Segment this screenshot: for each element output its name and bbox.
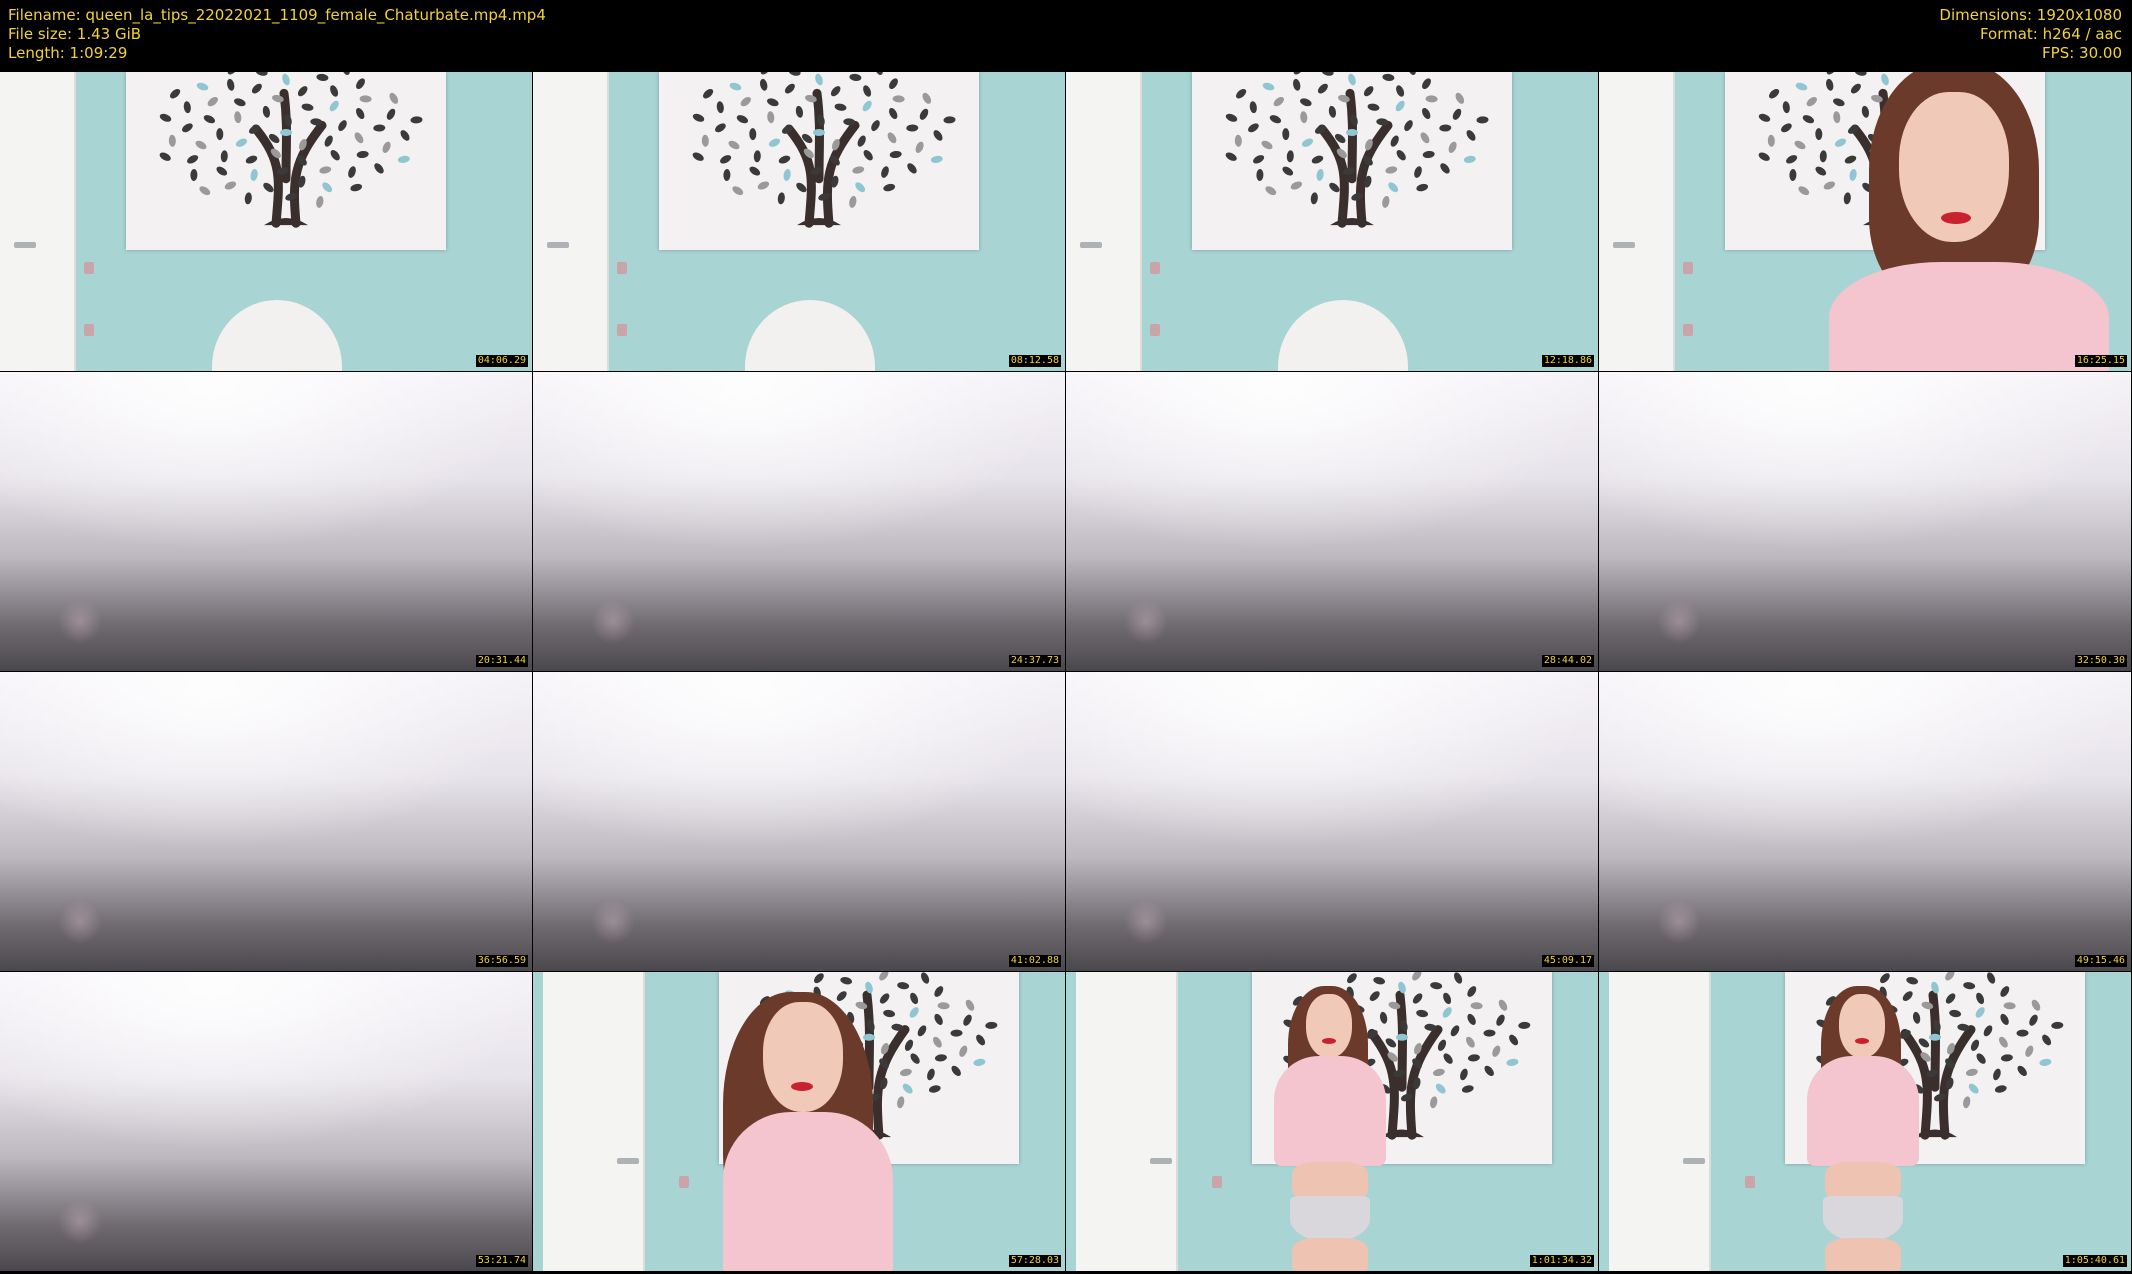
person <box>713 972 913 1271</box>
fps-text: FPS: 30.00 <box>2042 44 2122 62</box>
wall-socket <box>84 324 94 336</box>
door-handle <box>1150 1158 1172 1164</box>
room-scene <box>1599 72 2131 371</box>
lens-flare <box>58 900 102 944</box>
door-handle <box>14 242 36 248</box>
tree-poster <box>659 72 979 250</box>
thumbnail-frame: 36:56.59 <box>0 672 532 971</box>
door-handle <box>1613 242 1635 248</box>
media-info: Dimensions: 1920x1080 Format: h264 / aac… <box>1939 6 2122 63</box>
filesize-text: File size: 1.43 GiB <box>8 25 142 43</box>
lens-flare <box>1124 900 1168 944</box>
lens-flare <box>58 600 102 644</box>
timestamp-label: 24:37.73 <box>1008 655 1061 667</box>
lens-flare <box>591 900 635 944</box>
file-info: Filename: queen_la_tips_22022021_1109_fe… <box>8 6 546 63</box>
door-handle <box>1080 242 1102 248</box>
timestamp-label: 53:21.74 <box>475 1255 528 1267</box>
door <box>533 72 609 371</box>
person <box>1749 72 2129 371</box>
timestamp-label: 04:06.29 <box>475 355 528 367</box>
wall-socket <box>617 262 627 274</box>
thumbnail-frame: 04:06.29 <box>0 72 532 371</box>
info-header: Filename: queen_la_tips_22022021_1109_fe… <box>0 0 2132 72</box>
thumbnail-frame: 1:01:34.32 <box>1066 972 1598 1271</box>
thumbnail-frame: 12:18.86 <box>1066 72 1598 371</box>
tree-poster <box>126 72 446 250</box>
wall-socket <box>1150 262 1160 274</box>
tree-poster <box>1192 72 1512 250</box>
wall-socket <box>1212 1176 1222 1188</box>
room-scene <box>1599 972 2131 1271</box>
filename-text: Filename: queen_la_tips_22022021_1109_fe… <box>8 6 546 24</box>
timestamp-label: 1:01:34.32 <box>1529 1255 1594 1267</box>
format-text: Format: h264 / aac <box>1979 25 2122 43</box>
thumbnail-frame: 32:50.30 <box>1599 372 2131 671</box>
lens-flare <box>58 1200 102 1244</box>
wall-socket <box>1745 1176 1755 1188</box>
thumbnail-frame: 20:31.44 <box>0 372 532 671</box>
timestamp-label: 1:05:40.61 <box>2062 1255 2127 1267</box>
timestamp-label: 12:18.86 <box>1541 355 1594 367</box>
timestamp-label: 45:09.17 <box>1541 955 1594 967</box>
thumbnail-frame: 08:12.58 <box>533 72 1065 371</box>
door <box>0 72 76 371</box>
lens-flare <box>591 600 635 644</box>
wall-socket <box>617 324 627 336</box>
timestamp-label: 57:28.03 <box>1008 1255 1061 1267</box>
door <box>1609 972 1711 1271</box>
timestamp-label: 32:50.30 <box>2074 655 2127 667</box>
chair <box>212 300 342 371</box>
wall-socket <box>1683 324 1693 336</box>
thumbnail-frame: 53:21.74 <box>0 972 532 1271</box>
timestamp-label: 36:56.59 <box>475 955 528 967</box>
room-scene <box>533 72 1065 371</box>
wall-socket <box>1150 324 1160 336</box>
thumbnail-frame: 28:44.02 <box>1066 372 1598 671</box>
lens-flare <box>1124 600 1168 644</box>
lens-flare <box>1657 900 1701 944</box>
timestamp-label: 20:31.44 <box>475 655 528 667</box>
thumbnail-frame: 24:37.73 <box>533 372 1065 671</box>
thumbnail-frame: 45:09.17 <box>1066 672 1598 971</box>
wall-socket <box>679 1176 689 1188</box>
door <box>1076 972 1178 1271</box>
thumbnail-frame: 16:25.15 <box>1599 72 2131 371</box>
timestamp-label: 41:02.88 <box>1008 955 1061 967</box>
timestamp-label: 49:15.46 <box>2074 955 2127 967</box>
door <box>1066 72 1142 371</box>
lens-flare <box>1657 600 1701 644</box>
thumbnail-frame: 41:02.88 <box>533 672 1065 971</box>
thumbnail-frame: 1:05:40.61 <box>1599 972 2131 1271</box>
dimensions-text: Dimensions: 1920x1080 <box>1939 6 2122 24</box>
room-scene <box>0 72 532 371</box>
thumbnail-grid: 04:06.29 08:12.58 12:18.86 16:25.15 20:31… <box>0 72 2132 1274</box>
wall-socket <box>84 262 94 274</box>
door <box>1599 72 1675 371</box>
chair <box>745 300 875 371</box>
room-scene <box>1066 972 1598 1271</box>
door-handle <box>1683 1158 1705 1164</box>
room-scene <box>533 972 1065 1271</box>
door-handle <box>547 242 569 248</box>
length-text: Length: 1:09:29 <box>8 44 128 62</box>
chair <box>1278 300 1408 371</box>
timestamp-label: 08:12.58 <box>1008 355 1061 367</box>
person <box>1789 972 1939 1271</box>
door-handle <box>617 1158 639 1164</box>
person <box>1256 972 1406 1271</box>
room-scene <box>1066 72 1598 371</box>
timestamp-label: 16:25.15 <box>2074 355 2127 367</box>
thumbnail-frame: 57:28.03 <box>533 972 1065 1271</box>
timestamp-label: 28:44.02 <box>1541 655 1594 667</box>
wall-socket <box>1683 262 1693 274</box>
door <box>543 972 645 1271</box>
thumbnail-frame: 49:15.46 <box>1599 672 2131 971</box>
